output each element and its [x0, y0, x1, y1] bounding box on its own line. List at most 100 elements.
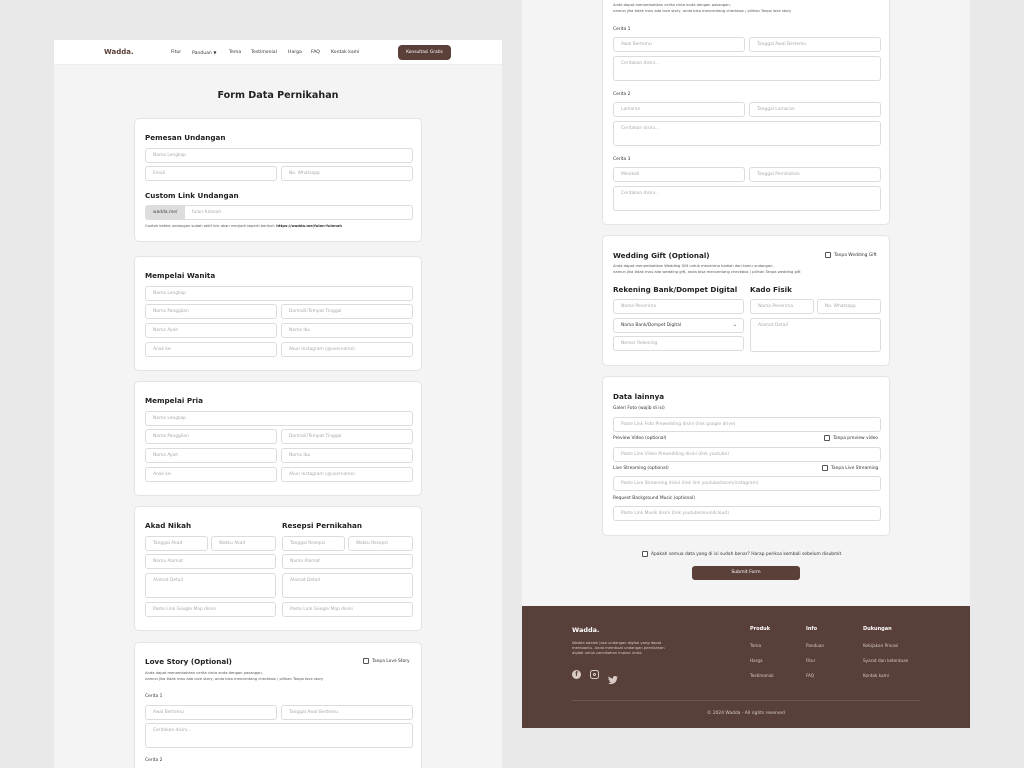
resepsi-date-input[interactable]: Tanggal Resepsi [282, 536, 345, 551]
bride-name-input[interactable]: Nama Lengkap [145, 286, 413, 301]
resepsi-time-input[interactable]: Waktu Resepsi [348, 536, 413, 551]
nav-faq[interactable]: FAQ [311, 50, 320, 55]
footer-link-harga[interactable]: Harga [750, 658, 763, 663]
groom-child-order-input[interactable]: Anak ke- [145, 467, 277, 482]
footer-link-terms[interactable]: Syarat dan ketentuan [863, 658, 908, 663]
no-video-label: Tanpa preview video [833, 435, 878, 441]
love-story-card-top: Love Story (Optional) Tanpa Love Story A… [134, 642, 422, 768]
no-wedding-gift-checkbox[interactable]: Tanpa Wedding Gift [825, 252, 877, 258]
groom-father-input[interactable]: Nama Ayah [145, 448, 277, 463]
consultation-button[interactable]: Konsultasi Gratis [398, 45, 451, 60]
footer-col-info-title: Info [806, 626, 818, 632]
facebook-icon[interactable]: f [572, 670, 581, 679]
bank-account-input[interactable]: Nomor Rekening [613, 336, 744, 351]
story-2-text-input[interactable]: Ceritakan disini... [613, 121, 881, 146]
story-2-date-input[interactable]: Tanggal Lamaran [749, 102, 881, 117]
bank-select[interactable]: Nama Bank/Dompet Digital ⌄ [613, 318, 744, 333]
footer-link-tema[interactable]: Tema [750, 643, 761, 648]
no-love-story-box[interactable] [363, 658, 369, 664]
nav-harga[interactable]: Harga [288, 50, 302, 55]
groom-domicile-input[interactable]: Domisili/Tempat Tinggal [281, 429, 413, 444]
stream-label: Live Streaming (optional) [613, 466, 669, 471]
no-video-checkbox[interactable]: Tanpa preview video [824, 435, 878, 441]
bride-domicile-input[interactable]: Domisili/Tempat Tinggal [281, 304, 413, 319]
kado-name-input[interactable]: Nama Penerima [750, 299, 814, 314]
music-link-input[interactable]: Paste Link Musik disini (link youtube/so… [613, 506, 881, 521]
no-wedding-gift-box[interactable] [825, 252, 831, 258]
love-story-title: Love Story (Optional) [145, 657, 232, 666]
footer-copyright: © 2024 Wadda - All rights reserved [707, 711, 785, 716]
groom-name-input[interactable]: Nama Lengkap [145, 411, 413, 426]
story-2-label-top: Cerita 2 [145, 758, 163, 763]
top-nav: Wadda. Fitur Panduan ▼ Tema Testimonial … [54, 40, 502, 65]
custom-link-note: Contoh ketika undangan sudah aktif link … [145, 224, 342, 229]
story-1-title-input[interactable]: Awal Bertemu [145, 705, 277, 720]
nav-kontak[interactable]: Kontak kami [331, 50, 359, 55]
story-1-text-input-cont[interactable]: Ceritakan disini... [613, 56, 881, 81]
wedding-gift-note-1: Anda dapat menambahkan Wedding Gift untu… [613, 264, 774, 268]
akad-place-input[interactable]: Nama Alamat [145, 554, 276, 569]
nav-tema[interactable]: Tema [229, 50, 241, 55]
love-story-card-bottom: Anda dapat menambahkan cerita cinta anda… [602, 0, 890, 225]
bank-recipient-input[interactable]: Nama Penerima [613, 299, 744, 314]
custom-link-input[interactable]: fulan-fulanah [184, 205, 413, 220]
story-3-title-input[interactable]: Menikah [613, 167, 745, 182]
story-1-text-input[interactable]: Ceritakan disini... [145, 723, 413, 748]
story-2-title-input[interactable]: Lamaran [613, 102, 745, 117]
no-stream-checkbox[interactable]: Tanpa Live Streaming [822, 465, 878, 471]
footer-link-privacy[interactable]: Kebijakan Privasi [863, 643, 898, 648]
footer-link-contact[interactable]: Kontak kami [863, 673, 889, 678]
kado-whatsapp-input[interactable]: No. Whatsapp [817, 299, 881, 314]
video-link-input[interactable]: Paste Link Video Prewedding disini (link… [613, 447, 881, 462]
confirm-box[interactable] [642, 551, 648, 557]
story-3-date-input[interactable]: Tanggal Pernikahan [749, 167, 881, 182]
resepsi-place-input[interactable]: Nama Alamat [282, 554, 413, 569]
nav-testimonial[interactable]: Testimonial [251, 50, 277, 55]
groom-mother-input[interactable]: Nama Ibu [281, 448, 413, 463]
nav-panduan[interactable]: Panduan ▼ [192, 50, 216, 56]
stream-link-input[interactable]: Paste Live Streaming disini (link link y… [613, 476, 881, 491]
love-story-note-1: Anda dapat menambahkan cerita cinta anda… [145, 671, 263, 675]
akad-address-input[interactable]: Alamat Detail [145, 573, 276, 598]
no-stream-box[interactable] [822, 465, 828, 471]
no-video-box[interactable] [824, 435, 830, 441]
nav-panduan-label: Panduan [192, 51, 212, 56]
footer-link-faq[interactable]: FAQ [806, 673, 814, 678]
kado-address-input[interactable]: Alamat Detail [750, 318, 881, 352]
akad-map-input[interactable]: Paste Link Google Map disini [145, 602, 276, 617]
brand-logo[interactable]: Wadda. [104, 48, 134, 56]
nav-fitur[interactable]: Fitur [171, 50, 181, 55]
story-1-title-input-cont[interactable]: Awal Bertemu [613, 37, 745, 52]
submit-button[interactable]: Submit Form [692, 566, 800, 580]
orderer-name-input[interactable]: Nama Lengkap [145, 148, 413, 163]
bride-father-input[interactable]: Nama Ayah [145, 323, 277, 338]
story-1-date-input-cont[interactable]: Tanggal Awal Bertemu [749, 37, 881, 52]
groom-nickname-input[interactable]: Nama Panggilan [145, 429, 277, 444]
orderer-email-input[interactable]: Email [145, 166, 277, 181]
bride-child-order-input[interactable]: Anak ke- [145, 342, 277, 357]
groom-title: Mempelai Pria [145, 396, 203, 405]
no-love-story-checkbox[interactable]: Tanpa Love Story [363, 658, 410, 664]
footer-link-panduan[interactable]: Panduan [806, 643, 824, 648]
story-3-text-input[interactable]: Ceritakan disini... [613, 186, 881, 211]
confirm-checkbox[interactable]: Apakah semua data yang di isi sudah bena… [642, 551, 841, 557]
orderer-whatsapp-input[interactable]: No. Whatsapp [281, 166, 413, 181]
twitter-icon[interactable] [608, 670, 618, 685]
footer-link-testimonial[interactable]: Testimonial [750, 673, 774, 678]
resepsi-address-input[interactable]: Alamat Detail [282, 573, 413, 598]
wedding-gift-note-2: namun jika tidak mau ada wedding gift, a… [613, 270, 801, 274]
bride-instagram-input[interactable]: Akun Instagram (@username) [281, 342, 413, 357]
bride-nickname-input[interactable]: Nama Panggilan [145, 304, 277, 319]
akad-date-input[interactable]: Tanggal Akad [145, 536, 208, 551]
bride-title: Mempelai Wanita [145, 271, 216, 280]
photo-link-input[interactable]: Paste Link Foto Prewedding disini (link … [613, 417, 881, 432]
footer-link-fitur[interactable]: Fitur [806, 658, 815, 663]
resepsi-map-input[interactable]: Paste Link Google Map disini [282, 602, 413, 617]
footer-brand[interactable]: Wadda. [572, 626, 600, 634]
instagram-icon[interactable] [590, 670, 599, 679]
akad-time-input[interactable]: Waktu Akad [211, 536, 276, 551]
story-1-date-input[interactable]: Tanggal Awal Bertemu [281, 705, 413, 720]
groom-instagram-input[interactable]: Akun Instagram (@username) [281, 467, 413, 482]
bride-mother-input[interactable]: Nama Ibu [281, 323, 413, 338]
instagram-lens [592, 672, 596, 676]
